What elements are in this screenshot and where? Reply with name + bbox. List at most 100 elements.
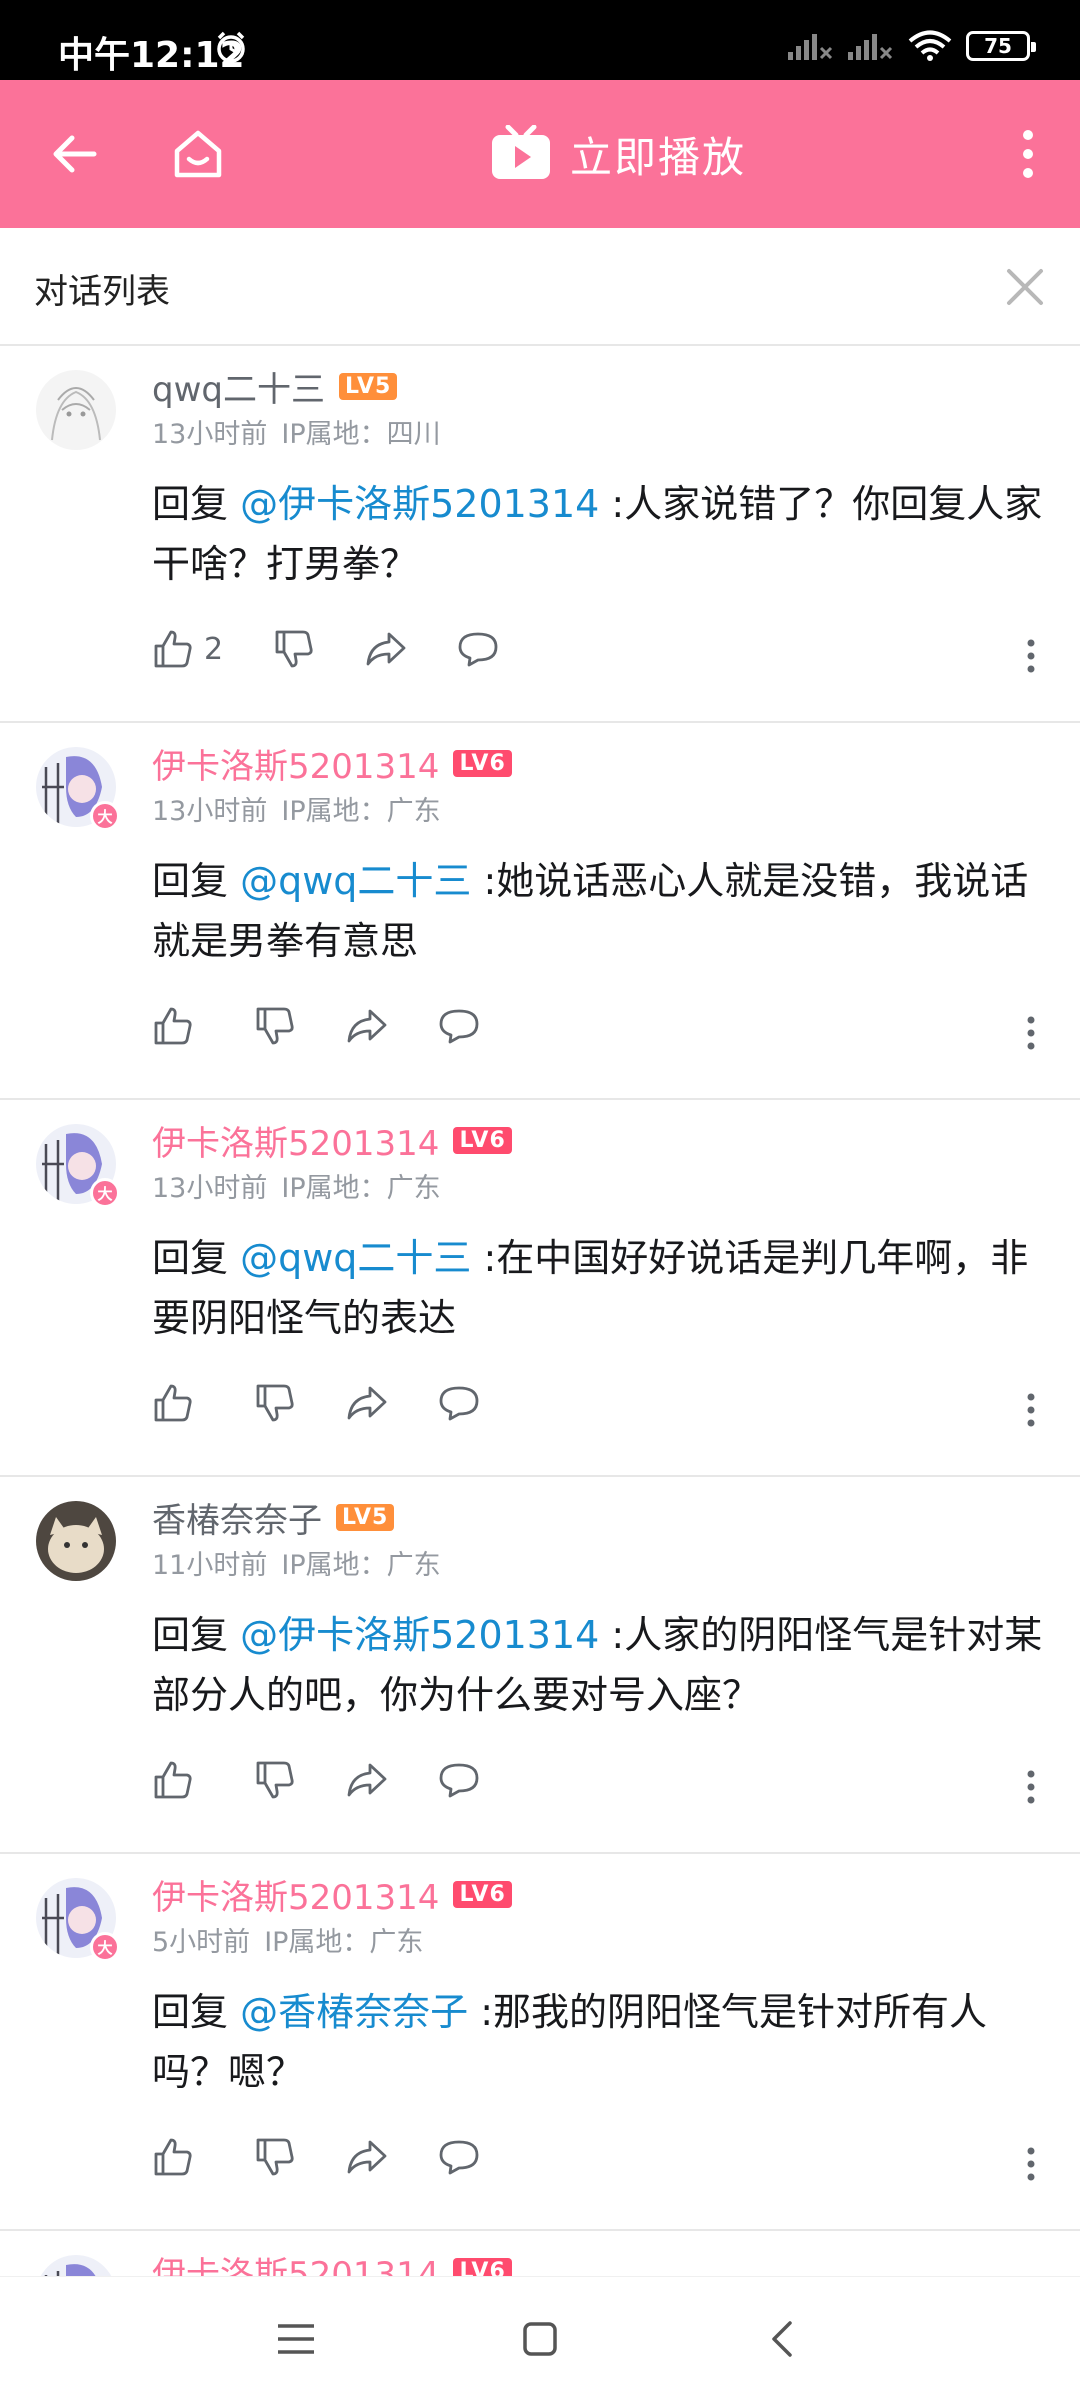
close-button[interactable] (992, 254, 1058, 320)
reply-button[interactable] (438, 1382, 480, 1424)
thumbs-down-icon (275, 630, 313, 668)
thumbs-down-icon (256, 1384, 294, 1422)
level-badge: LV6 (453, 2258, 512, 2276)
share-icon (347, 2140, 387, 2174)
thumbs-down-icon (256, 2138, 294, 2176)
comment-meta: 13小时前 IP属地：广东 (152, 1166, 441, 1205)
comment-more-button[interactable] (1016, 2144, 1046, 2184)
username[interactable]: 香椿奈奈子 (152, 1493, 322, 1542)
comment-meta: 5小时前 IP属地：广东 (152, 1920, 423, 1959)
status-bar: 中午12:12 75 (0, 0, 1080, 80)
comment-more-button[interactable] (1016, 1767, 1046, 1807)
play-now-label: 立即播放 (570, 132, 747, 182)
comment-item: 大 伊卡洛斯5201314 LV6 13小时前 IP属地：广东 回复 @qwq二十… (0, 1100, 1080, 1477)
user-line: 伊卡洛斯5201314 LV6 (152, 739, 512, 788)
dislike-button[interactable] (254, 1382, 296, 1424)
comment-actions (152, 2136, 530, 2178)
username[interactable]: 伊卡洛斯5201314 (152, 739, 439, 788)
comment-bubble-icon (458, 632, 498, 667)
thumbs-down-icon (256, 1761, 294, 1799)
mention-link[interactable]: @qwq二十三 (240, 1236, 471, 1280)
comment-text: 回复 @伊卡洛斯5201314 :人家说错了？你回复人家干啥？打男拳？ (152, 474, 1047, 594)
username[interactable]: 伊卡洛斯5201314 (152, 1870, 439, 1919)
more-vertical-icon (1027, 1770, 1035, 1804)
like-button[interactable] (152, 1005, 204, 1047)
comment-time: 5小时前 (152, 1927, 251, 1958)
share-button[interactable] (346, 1005, 388, 1047)
share-button[interactable] (365, 628, 407, 670)
comment-list[interactable]: qwq二十三 LV5 13小时前 IP属地：四川 回复 @伊卡洛斯5201314 … (0, 346, 1080, 2276)
avatar[interactable] (36, 370, 116, 450)
dislike-button[interactable] (273, 628, 315, 670)
mention-link[interactable]: @伊卡洛斯5201314 (240, 1613, 599, 1657)
username[interactable]: 伊卡洛斯5201314 (152, 1116, 439, 1165)
ip-location: IP属地：广东 (281, 1550, 441, 1581)
level-badge: LV6 (453, 1127, 512, 1154)
more-options-button[interactable] (998, 124, 1058, 184)
dislike-button[interactable] (254, 2136, 296, 2178)
share-button[interactable] (346, 1759, 388, 1801)
comment-bubble-icon (439, 1763, 479, 1798)
square-home-icon (523, 2322, 557, 2356)
wifi-icon (908, 30, 952, 61)
like-button[interactable]: 2 (152, 628, 223, 670)
avatar-badge: 大 (90, 1932, 120, 1962)
avatar[interactable] (36, 1501, 116, 1581)
comment-text: 回复 @qwq二十三 :在中国好好说话是判几年啊，非要阴阳怪气的表达 (152, 1228, 1047, 1348)
comment-actions (152, 1759, 530, 1801)
comment-item-partial: 伊卡洛斯5201314 LV6 (0, 2231, 1080, 2276)
avatar[interactable]: 大 (36, 1878, 120, 1962)
thumbs-down-icon (256, 1007, 294, 1045)
system-nav-bar (0, 2276, 1080, 2400)
ip-location: IP属地：广东 (281, 796, 441, 827)
reply-button[interactable] (457, 628, 499, 670)
like-button[interactable] (152, 2136, 204, 2178)
recent-apps-button[interactable] (264, 2307, 328, 2371)
mention-link[interactable]: @qwq二十三 (240, 859, 471, 903)
dislike-button[interactable] (254, 1759, 296, 1801)
thumbs-up-icon (154, 630, 192, 668)
like-button[interactable] (152, 1382, 204, 1424)
comment-item: 大 伊卡洛斯5201314 LV6 13小时前 IP属地：广东 回复 @qwq二十… (0, 723, 1080, 1100)
thumbs-up-icon (154, 1007, 192, 1045)
comment-more-button[interactable] (1016, 1390, 1046, 1430)
comment-actions: 2 (152, 628, 549, 670)
comment-meta: 13小时前 IP属地：广东 (152, 789, 441, 828)
comment-time: 13小时前 (152, 1173, 268, 1204)
app-bar: 立即播放 (0, 80, 1080, 228)
back-button[interactable] (44, 124, 104, 184)
comment-time: 11小时前 (152, 1550, 268, 1581)
comment-meta: 11小时前 IP属地：广东 (152, 1543, 441, 1582)
ip-location: IP属地：广东 (264, 1927, 424, 1958)
back-arrow-icon (53, 135, 97, 173)
comment-actions (152, 1005, 530, 1047)
avatar[interactable]: 大 (36, 747, 120, 831)
dislike-button[interactable] (254, 1005, 296, 1047)
chevron-left-icon (772, 2321, 792, 2357)
reply-button[interactable] (438, 1005, 480, 1047)
back-nav-button[interactable] (750, 2307, 814, 2371)
avatar[interactable] (36, 2255, 116, 2276)
home-button[interactable] (168, 124, 228, 184)
reply-button[interactable] (438, 1759, 480, 1801)
username[interactable]: qwq二十三 (152, 362, 325, 411)
comment-more-button[interactable] (1016, 1013, 1046, 1053)
like-button[interactable] (152, 1759, 204, 1801)
mention-link[interactable]: @香椿奈奈子 (240, 1990, 468, 2034)
more-vertical-icon (1027, 2147, 1035, 2181)
home-nav-button[interactable] (508, 2307, 572, 2371)
reply-button[interactable] (438, 2136, 480, 2178)
alarm-icon (217, 31, 245, 63)
share-icon (366, 632, 406, 666)
play-now-button[interactable]: 立即播放 (490, 118, 746, 190)
thumbs-up-icon (154, 1761, 192, 1799)
comment-more-button[interactable] (1016, 636, 1046, 676)
share-button[interactable] (346, 1382, 388, 1424)
user-line: qwq二十三 LV5 (152, 362, 398, 411)
share-button[interactable] (346, 2136, 388, 2178)
avatar[interactable]: 大 (36, 1124, 120, 1208)
thumbs-up-icon (154, 2138, 192, 2176)
comment-bubble-icon (439, 1386, 479, 1421)
mention-link[interactable]: @伊卡洛斯5201314 (240, 482, 599, 526)
username[interactable]: 伊卡洛斯5201314 (152, 2247, 439, 2276)
